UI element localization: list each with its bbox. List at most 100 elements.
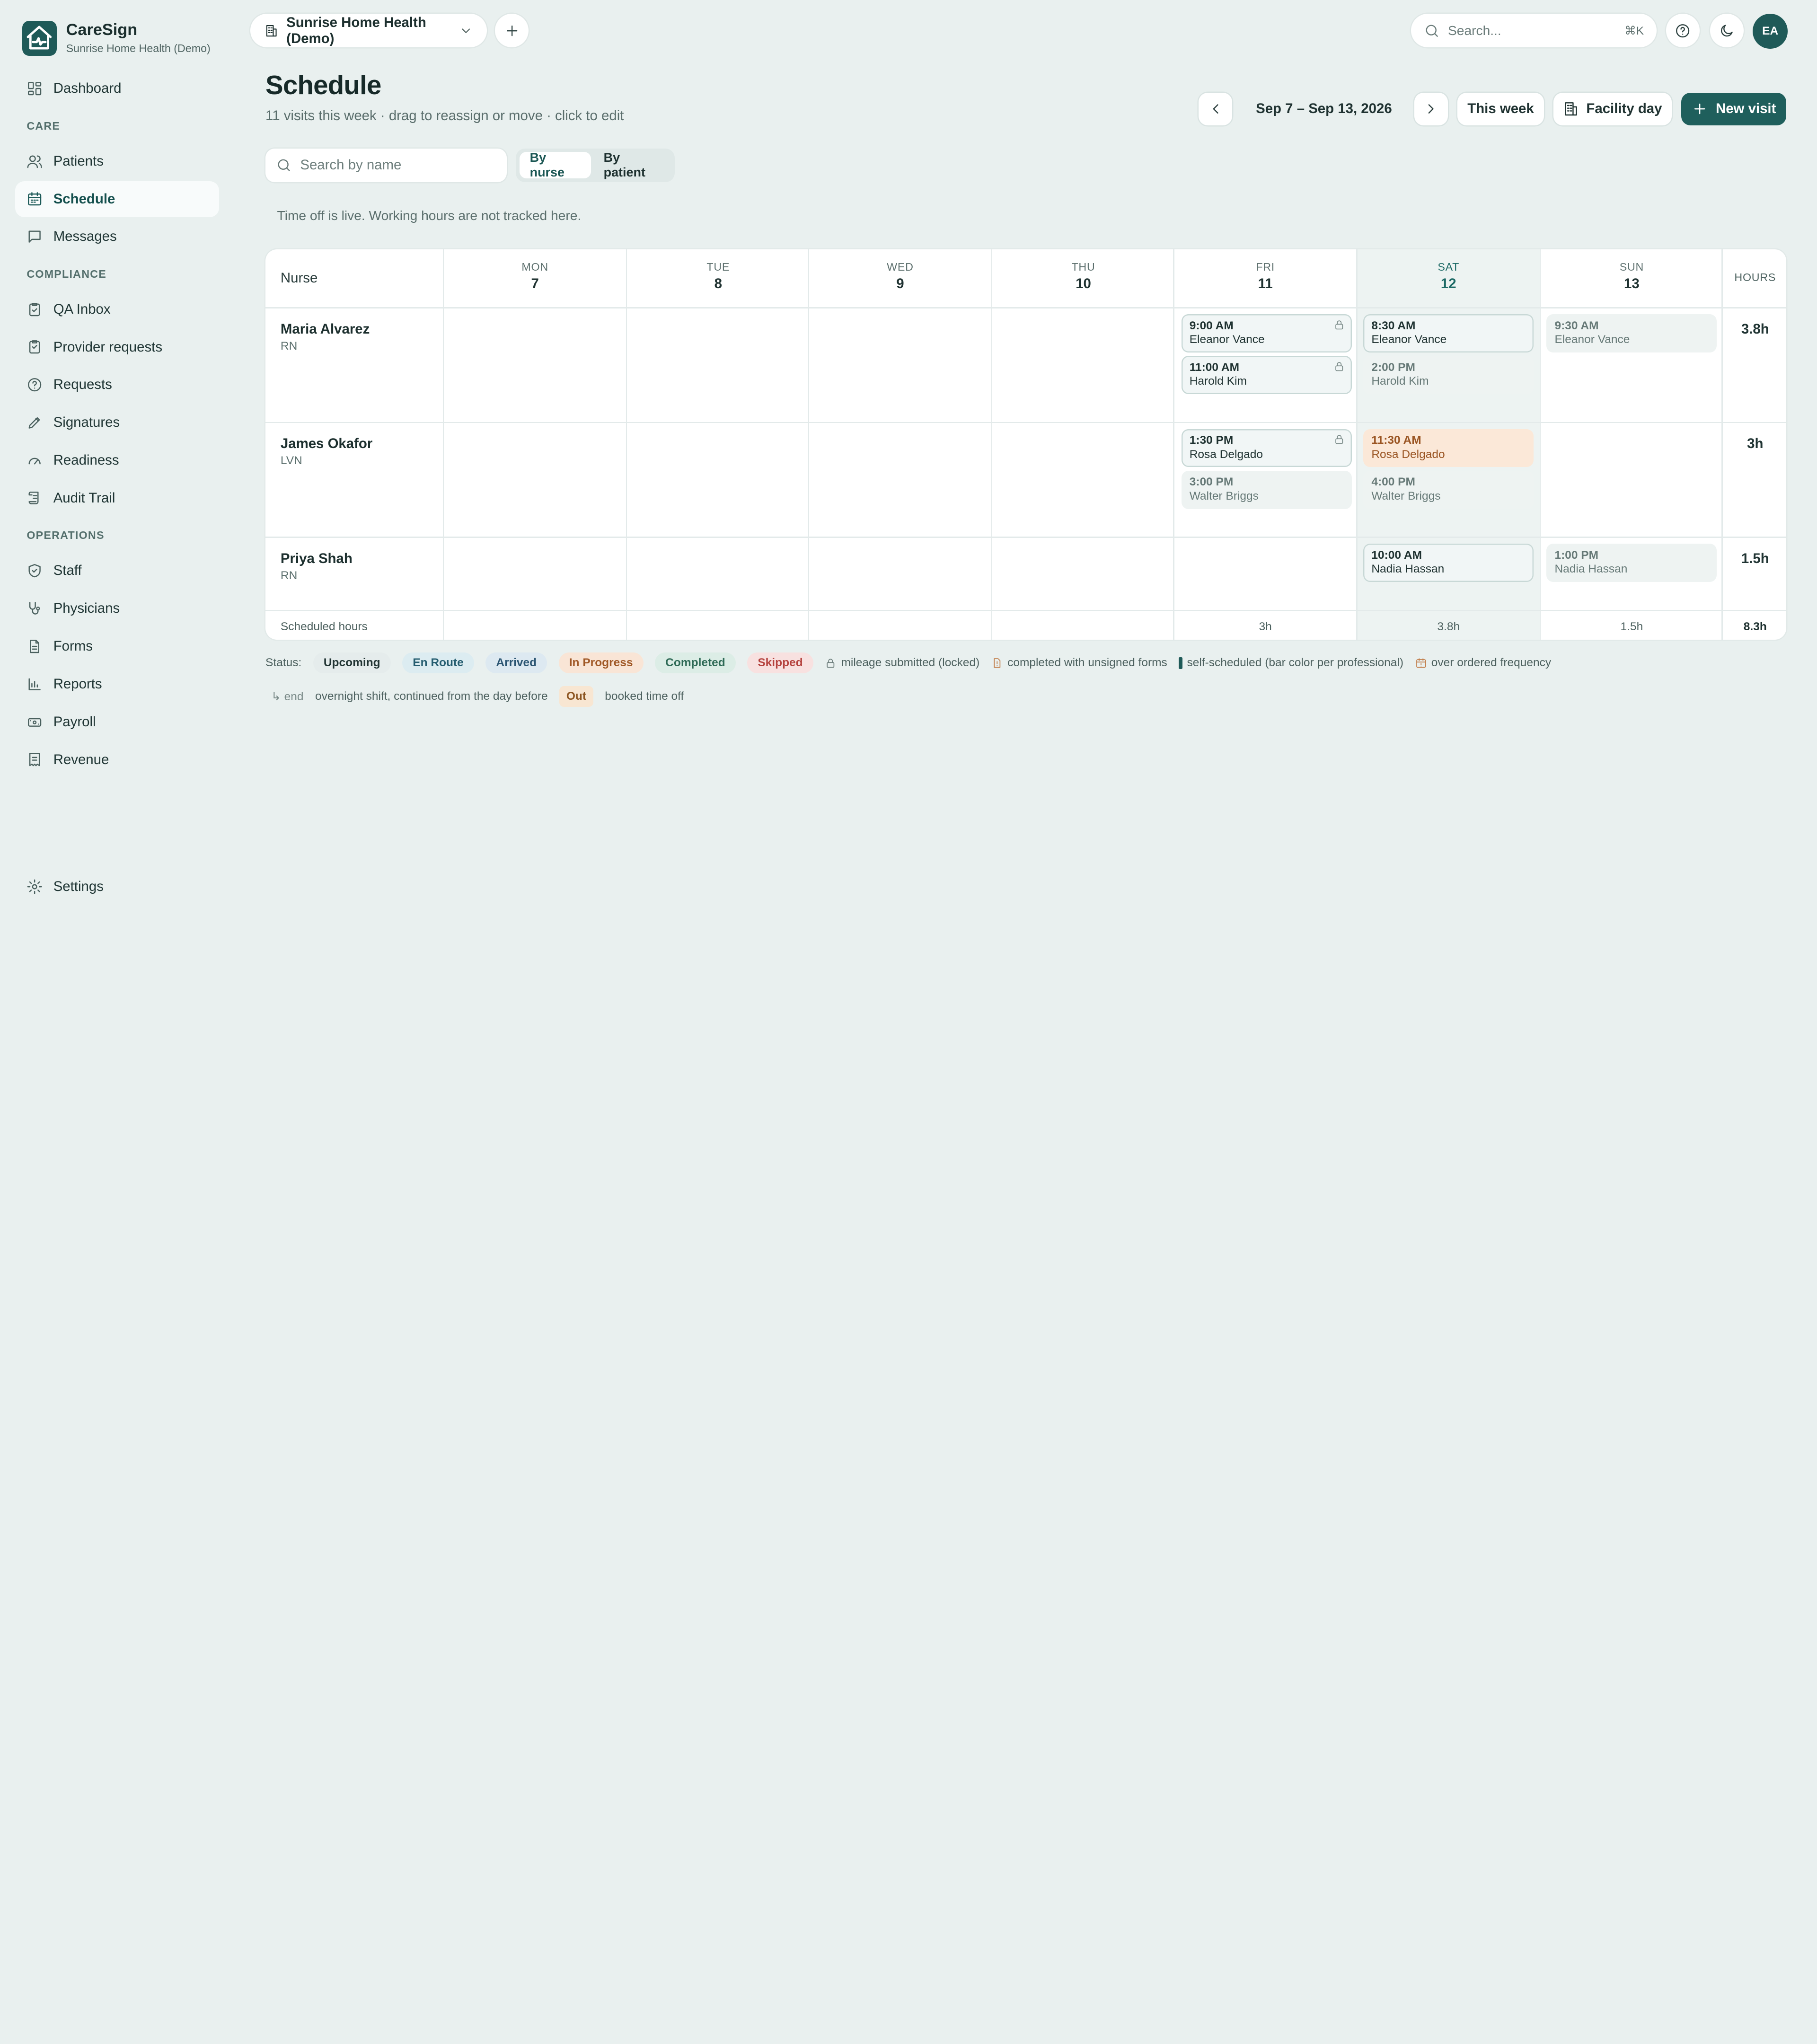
sidebar: CareSign Sunrise Home Health (Demo) Dash…	[0, 0, 234, 1022]
nav-section-operations: OPERATIONS	[26, 529, 105, 542]
building-icon	[1565, 102, 1578, 116]
name-search-input[interactable]	[300, 157, 496, 174]
sidebar-item-staff[interactable]: Staff	[15, 553, 219, 589]
visit-card[interactable]: 11:00 AM Harold Kim	[1181, 356, 1352, 394]
nurse-name[interactable]: Maria Alvarez	[281, 321, 370, 337]
add-org-button[interactable]	[495, 14, 529, 48]
sidebar-item-label: Forms	[53, 638, 93, 654]
sidebar-item-schedule[interactable]: Schedule	[15, 181, 220, 217]
new-visit-button[interactable]: New visit	[1681, 93, 1787, 125]
sidebar-item-messages[interactable]: Messages	[15, 219, 219, 255]
org-switcher[interactable]: Sunrise Home Health (Demo)	[250, 14, 487, 48]
legend-chip-upcoming: Upcoming	[313, 652, 391, 674]
sidebar-item-label: Readiness	[53, 452, 119, 468]
day-of-week: TUE	[706, 261, 730, 273]
sidebar-item-settings[interactable]: Settings	[26, 879, 104, 895]
visit-card[interactable]: 1:30 PM Rosa Delgado	[1181, 429, 1352, 467]
sidebar-item-dashboard[interactable]: Dashboard	[15, 70, 219, 106]
calendar-alert-icon	[1416, 658, 1426, 668]
legend-unsigned-text: completed with unsigned forms	[1007, 656, 1167, 670]
visit-patient: Eleanor Vance	[1554, 333, 1630, 346]
day-header-thu: THU 10	[992, 261, 1174, 292]
day-header-wed: WED 9	[809, 261, 991, 292]
visit-card[interactable]: 2:00 PM Harold Kim	[1363, 356, 1534, 394]
legend-overnight-text: overnight shift, continued from the day …	[315, 690, 548, 703]
scheduled-hours-sun: 1.5h	[1620, 620, 1643, 633]
sidebar-item-payroll[interactable]: Payroll	[15, 704, 219, 740]
legend-out-text: booked time off	[605, 690, 684, 703]
visit-patient: Rosa Delgado	[1371, 448, 1445, 461]
sidebar-item-label: Requests	[53, 377, 112, 393]
search-shortcut: ⌘K	[1624, 24, 1644, 37]
visit-card[interactable]: 3:00 PM Walter Briggs	[1181, 470, 1352, 509]
moon-icon	[1721, 25, 1733, 37]
sidebar-item-readiness[interactable]: Readiness	[15, 442, 219, 478]
sidebar-item-provider-requests[interactable]: Provider requests	[15, 329, 219, 365]
search-icon	[1426, 25, 1438, 37]
visit-card[interactable]: 10:00 AM Nadia Hassan	[1363, 544, 1534, 582]
sidebar-item-forms[interactable]: Forms	[15, 628, 219, 664]
sidebar-item-label: Dashboard	[53, 80, 122, 97]
sidebar-item-label: Provider requests	[53, 339, 163, 355]
nurse-name[interactable]: Priya Shah	[281, 551, 353, 567]
plus-icon	[1694, 104, 1705, 115]
tab-by-nurse[interactable]: By nurse	[519, 150, 591, 179]
day-of-week: MON	[521, 261, 548, 273]
sidebar-item-label: Reports	[53, 676, 102, 692]
sidebar-item-reports[interactable]: Reports	[15, 666, 219, 702]
sidebar-item-revenue[interactable]: Revenue	[15, 742, 219, 778]
theme-toggle-button[interactable]	[1710, 14, 1744, 48]
prev-week-button[interactable]	[1199, 93, 1233, 125]
chevron-down-icon	[462, 28, 470, 33]
visit-time: 1:00 PM	[1554, 548, 1599, 562]
day-header-fri: FRI 11	[1174, 261, 1357, 292]
sidebar-item-audit-trail[interactable]: Audit Trail	[15, 480, 219, 516]
visit-card[interactable]: 1:00 PM Nadia Hassan	[1546, 544, 1717, 582]
name-search[interactable]	[265, 148, 507, 182]
visit-time: 1:30 PM	[1189, 434, 1234, 447]
scheduled-hours-label: Scheduled hours	[280, 620, 368, 633]
visit-card[interactable]: 4:00 PM Walter Briggs	[1363, 470, 1534, 509]
sidebar-item-patients[interactable]: Patients	[15, 143, 219, 179]
stethoscope-icon	[29, 602, 40, 615]
color-bar-icon	[1179, 657, 1182, 669]
visit-card[interactable]: 11:30 AM Rosa Delgado	[1363, 429, 1534, 467]
legend-self-scheduled: self-scheduled (bar color per profession…	[1179, 656, 1403, 670]
sidebar-item-label: Physicians	[53, 600, 120, 617]
sidebar-item-label: Patients	[53, 153, 104, 169]
nurse-role: RN	[280, 339, 298, 352]
next-week-button[interactable]	[1414, 93, 1448, 125]
scheduled-hours-fri: 3h	[1259, 620, 1272, 633]
sidebar-item-label: Messages	[53, 229, 117, 245]
sidebar-item-requests[interactable]: Requests	[15, 367, 219, 403]
visit-card[interactable]: 9:30 AM Eleanor Vance	[1546, 314, 1717, 352]
status-legend: Status: Upcoming En Route Arrived In Pro…	[265, 652, 1551, 674]
nurse-name[interactable]: James Okafor	[281, 436, 372, 452]
sidebar-item-qa-inbox[interactable]: QA Inbox	[15, 291, 219, 327]
sidebar-item-physicians[interactable]: Physicians	[15, 590, 219, 626]
tab-by-patient[interactable]: By patient	[593, 150, 671, 179]
brand[interactable]: CareSign Sunrise Home Health (Demo)	[22, 21, 211, 56]
visit-time: 9:00 AM	[1189, 319, 1234, 332]
nurse-role: RN	[280, 569, 298, 582]
sidebar-item-signatures[interactable]: Signatures	[15, 405, 219, 441]
legend-chip-arrived: Arrived	[485, 652, 547, 674]
global-search[interactable]: Search... ⌘K	[1411, 14, 1657, 48]
legend-status-label: Status:	[265, 656, 302, 670]
legend-chip-in-progress: In Progress	[558, 652, 644, 674]
help-button[interactable]	[1666, 14, 1700, 48]
visit-time: 9:30 AM	[1554, 319, 1599, 332]
sidebar-item-label: Staff	[53, 563, 82, 579]
this-week-button[interactable]: This week	[1457, 93, 1544, 125]
user-avatar[interactable]: EA	[1753, 14, 1788, 49]
file-text-icon	[30, 639, 40, 653]
nurse-hours: 1.5h	[1741, 550, 1769, 566]
sidebar-item-label: Audit Trail	[53, 490, 115, 506]
sidebar-item-label: Signatures	[53, 414, 120, 431]
scheduled-hours-total: 8.3h	[1743, 620, 1767, 633]
banknote-icon	[28, 718, 42, 727]
visit-card[interactable]: 8:30 AM Eleanor Vance	[1363, 314, 1534, 352]
facility-day-button[interactable]: Facility day	[1553, 93, 1672, 125]
visit-card[interactable]: 9:00 AM Eleanor Vance	[1181, 314, 1352, 352]
visit-time: 11:30 AM	[1371, 434, 1421, 447]
